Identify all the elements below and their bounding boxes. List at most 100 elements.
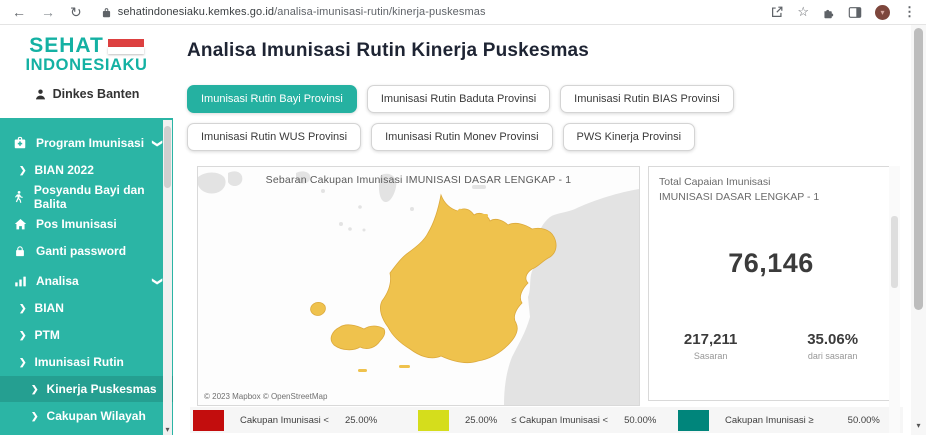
legend-value: 50.00% xyxy=(848,415,880,426)
chevron-right-icon: ❯ xyxy=(19,303,27,314)
sidebar-item-program-imunisasi[interactable]: Program Imunisasi ❯ xyxy=(0,130,173,156)
url-host: sehatindonesiaku.kemkes.go.id xyxy=(118,6,274,18)
bar-chart-icon xyxy=(12,275,28,288)
sidebar-item-label: PTM xyxy=(35,328,60,342)
sidebar-item-cakupan-wilayah[interactable]: ❯ Cakupan Wilayah xyxy=(0,403,173,429)
sidebar-item-posyandu-bayi-dan-balita[interactable]: Posyandu Bayi dan Balita xyxy=(0,184,173,210)
sidebar-scrollbar-thumb[interactable] xyxy=(164,126,171,188)
logo-text-line2: INDONESIAKU xyxy=(0,57,173,74)
tab-imunisasi-rutin-bias-provinsi[interactable]: Imunisasi Rutin BIAS Provinsi xyxy=(560,85,734,113)
stats-panel: Total Capaian Imunisasi IMUNISASI DASAR … xyxy=(648,166,894,401)
tab-imunisasi-rutin-bayi-provinsi[interactable]: Imunisasi Rutin Bayi Provinsi xyxy=(187,85,357,113)
sidebar-item-ganti-password[interactable]: Ganti password xyxy=(0,238,173,264)
legend-swatch-teal xyxy=(678,410,709,431)
map-panel: Sebaran Cakupan Imunisasi IMUNISASI DASA… xyxy=(197,166,640,406)
url-text[interactable]: sehatindonesiaku.kemkes.go.id/analisa-im… xyxy=(118,6,486,18)
map-title: Sebaran Cakupan Imunisasi IMUNISASI DASA… xyxy=(198,174,639,186)
bookmark-star-icon[interactable]: ☆ xyxy=(797,4,809,20)
logo-text-line1: SEHAT xyxy=(29,35,104,57)
stats-row: 217,211 Sasaran 35.06% dari sasaran xyxy=(649,331,893,361)
page-scroll-down-arrow-icon[interactable]: ▾ xyxy=(911,421,926,430)
legend-value: 25.00% xyxy=(345,415,377,426)
logged-in-user: Dinkes Banten xyxy=(0,87,173,101)
chevron-right-icon: ❯ xyxy=(31,384,39,395)
user-name: Dinkes Banten xyxy=(53,87,140,101)
stats-title-line1: Total Capaian Imunisasi xyxy=(659,175,883,190)
sidebar-item-label: Imunisasi Rutin xyxy=(35,355,124,369)
side-panel-icon[interactable] xyxy=(848,6,862,19)
legend-prefix: 25.00% xyxy=(465,415,497,426)
total-capaian-value: 76,146 xyxy=(649,248,893,279)
browser-menu-icon[interactable]: ⋮ xyxy=(903,4,916,20)
forward-icon[interactable]: → xyxy=(41,5,55,19)
browser-toolbar: ← → ↻ sehatindonesiaku.kemkes.go.id/anal… xyxy=(0,0,926,25)
chevron-right-icon: ❯ xyxy=(19,357,27,368)
home-icon xyxy=(12,218,28,231)
legend-swatch-yellow xyxy=(418,410,449,431)
tab-imunisasi-rutin-baduta-provinsi[interactable]: Imunisasi Rutin Baduta Provinsi xyxy=(367,85,550,113)
padlock-icon[interactable] xyxy=(102,7,111,18)
extensions-puzzle-icon[interactable] xyxy=(822,6,835,19)
chevron-right-icon: ❯ xyxy=(19,165,27,176)
address-bar[interactable]: sehatindonesiaku.kemkes.go.id/analisa-im… xyxy=(102,6,486,18)
chevron-right-icon: ❯ xyxy=(19,330,27,341)
sidebar-scrollbar[interactable]: ▾ xyxy=(163,120,172,435)
sidebar-item-label: Analisa xyxy=(36,274,79,288)
sidebar-item-label: BIAN 2022 xyxy=(35,163,94,177)
legend-item-mid: 25.00% ≤ Cakupan Imunisasi < 50.00% xyxy=(418,407,656,433)
map-legend: Cakupan Imunisasi < 25.00% 25.00% ≤ Caku… xyxy=(190,407,903,433)
sidebar-item-label: Posyandu Bayi dan Balita xyxy=(34,183,161,211)
legend-item-low: Cakupan Imunisasi < 25.00% xyxy=(193,407,377,433)
percent-stat: 35.06% dari sasaran xyxy=(807,331,858,361)
chevron-right-icon: ❯ xyxy=(31,411,39,422)
sidebar-item-label: Program Imunisasi xyxy=(36,136,144,150)
stats-title-line2: IMUNISASI DASAR LENGKAP - 1 xyxy=(659,190,883,205)
dashboard-scrollbar[interactable] xyxy=(889,166,900,433)
sidebar-item-ptm[interactable]: ❯ PTM xyxy=(0,322,173,348)
sasaran-value: 217,211 xyxy=(684,331,737,348)
app-logo: SEHAT INDONESIAKU xyxy=(0,25,173,74)
url-path: /analisa-imunisasi-rutin/kinerja-puskesm… xyxy=(274,6,485,18)
stats-title: Total Capaian Imunisasi IMUNISASI DASAR … xyxy=(649,167,893,204)
page-scrollbar-thumb[interactable] xyxy=(914,28,923,310)
sasaran-label: Sasaran xyxy=(684,351,737,361)
sasaran-stat: 217,211 Sasaran xyxy=(684,331,737,361)
sidebar-item-label: BIAN xyxy=(35,301,64,315)
page-title: Analisa Imunisasi Rutin Kinerja Puskesma… xyxy=(187,40,589,62)
walking-person-icon xyxy=(12,190,26,204)
tab-imunisasi-rutin-monev-provinsi[interactable]: Imunisasi Rutin Monev Provinsi xyxy=(371,123,552,151)
legend-item-high: Cakupan Imunisasi ≥ 50.00% xyxy=(678,407,880,433)
lock-icon xyxy=(12,245,28,258)
sidebar-item-analisa[interactable]: Analisa ❯ xyxy=(0,268,173,294)
sidebar-item-label: Pos Imunisasi xyxy=(36,217,117,231)
user-icon xyxy=(34,88,47,101)
legend-label: ≤ Cakupan Imunisasi < xyxy=(511,415,608,426)
sidebar-item-pos-imunisasi[interactable]: Pos Imunisasi xyxy=(0,211,173,237)
back-icon[interactable]: ← xyxy=(12,5,26,19)
main-content: Analisa Imunisasi Rutin Kinerja Puskesma… xyxy=(173,25,906,435)
reload-icon[interactable]: ↻ xyxy=(70,5,82,19)
sidebar-item-bian[interactable]: ❯ BIAN xyxy=(0,295,173,321)
legend-label: Cakupan Imunisasi < xyxy=(240,415,329,426)
tab-bar: Imunisasi Rutin Bayi Provinsi Imunisasi … xyxy=(187,85,847,151)
tab-pws-kinerja-provinsi[interactable]: PWS Kinerja Provinsi xyxy=(563,123,696,151)
map-canvas[interactable] xyxy=(198,167,639,405)
sidebar-item-kinerja-puskesmas[interactable]: ❯ Kinerja Puskesmas xyxy=(0,376,173,402)
sidebar-item-label: Ganti password xyxy=(36,244,126,258)
sidebar-item-imunisasi-rutin[interactable]: ❯ Imunisasi Rutin xyxy=(0,349,173,375)
page-scrollbar[interactable]: ▾ xyxy=(911,25,926,435)
indonesia-flag-icon xyxy=(108,39,144,54)
sidebar: SEHAT INDONESIAKU Dinkes Banten Program … xyxy=(0,25,173,435)
percent-label: dari sasaran xyxy=(807,351,858,361)
dashboard-scrollbar-thumb[interactable] xyxy=(891,216,898,288)
profile-avatar[interactable]: ▾ xyxy=(875,5,890,20)
map-attribution[interactable]: © 2023 Mapbox © OpenStreetMap xyxy=(204,392,327,401)
sidebar-item-bian-2022[interactable]: ❯ BIAN 2022 xyxy=(0,157,173,183)
medical-bag-icon xyxy=(12,136,28,150)
legend-value: 50.00% xyxy=(624,415,656,426)
legend-swatch-red xyxy=(193,410,224,431)
sidebar-scroll-down-arrow-icon[interactable]: ▾ xyxy=(163,425,172,434)
sidebar-item-label: Cakupan Wilayah xyxy=(47,409,146,423)
share-icon[interactable] xyxy=(770,5,784,19)
tab-imunisasi-rutin-wus-provinsi[interactable]: Imunisasi Rutin WUS Provinsi xyxy=(187,123,361,151)
